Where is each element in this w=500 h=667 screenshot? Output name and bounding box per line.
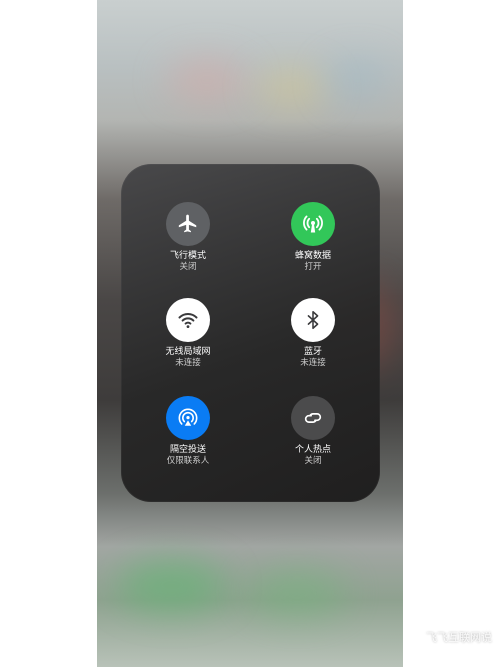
airdrop-status: 仅限联系人 xyxy=(166,456,210,466)
personal-hotspot-control[interactable]: 个人热点 关闭 xyxy=(253,396,373,467)
personal-hotspot-label: 个人热点 xyxy=(294,445,331,455)
airplane-icon xyxy=(178,214,197,233)
wifi-icon xyxy=(178,313,198,328)
bluetooth-status: 未连接 xyxy=(300,358,326,368)
cellular-data-control[interactable]: 蜂窝数据 打开 xyxy=(253,202,373,273)
airplane-mode-control[interactable]: 飞行模式 关闭 xyxy=(128,202,248,273)
wifi-status: 未连接 xyxy=(175,358,201,368)
watermark-text: 飞飞互联网说 xyxy=(426,631,492,644)
bluetooth-button[interactable] xyxy=(291,298,335,342)
cellular-data-label: 蜂窝数据 xyxy=(294,251,331,261)
watermark: 飞飞互联网说 xyxy=(409,629,492,645)
cellular-data-status: 打开 xyxy=(304,262,322,272)
screen: 飞行模式 关闭 蜂窝数据 打开 无线局域网 未连接 蓝牙 未连接 隔空投送 仅限… xyxy=(0,0,500,667)
connectivity-panel: 飞行模式 关闭 蜂窝数据 打开 无线局域网 未连接 蓝牙 未连接 隔空投送 仅限… xyxy=(121,164,380,502)
airplane-mode-label: 飞行模式 xyxy=(169,251,206,261)
airdrop-button[interactable] xyxy=(166,396,210,440)
airplane-mode-button[interactable] xyxy=(166,202,210,246)
personal-hotspot-status: 关闭 xyxy=(304,456,322,466)
wifi-button[interactable] xyxy=(166,298,210,342)
personal-hotspot-button[interactable] xyxy=(291,396,335,440)
cellular-antenna-icon xyxy=(303,215,323,233)
paw-icon xyxy=(411,631,422,642)
bluetooth-control[interactable]: 蓝牙 未连接 xyxy=(253,298,373,369)
airdrop-label: 隔空投送 xyxy=(169,445,206,455)
bluetooth-icon xyxy=(307,310,319,330)
wifi-control[interactable]: 无线局域网 未连接 xyxy=(128,298,248,369)
wifi-label: 无线局域网 xyxy=(165,347,211,357)
hotspot-link-icon xyxy=(304,413,322,423)
cellular-data-button[interactable] xyxy=(291,202,335,246)
airdrop-icon xyxy=(178,408,198,426)
airdrop-control[interactable]: 隔空投送 仅限联系人 xyxy=(128,396,248,467)
airplane-mode-status: 关闭 xyxy=(179,262,197,272)
bluetooth-label: 蓝牙 xyxy=(303,347,322,357)
